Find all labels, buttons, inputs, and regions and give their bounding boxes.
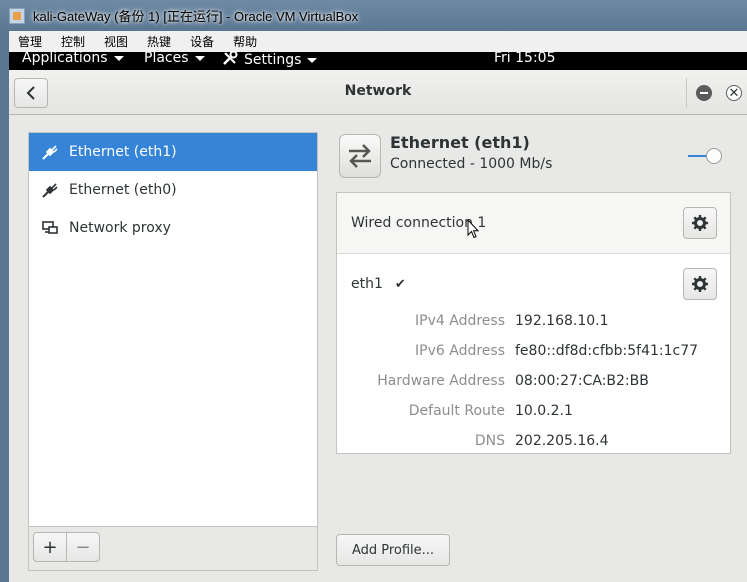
detail-row-ipv6: IPv6 Address fe80::df8d:cfbb:5f41:1c77 — [337, 343, 730, 363]
remove-connection-button[interactable]: − — [66, 532, 100, 562]
applications-menu[interactable]: Applications — [22, 50, 124, 66]
sidebar-item-ethernet-eth0[interactable]: Ethernet (eth0) — [29, 171, 317, 209]
detail-key: DNS — [474, 433, 505, 449]
places-menu[interactable]: Places — [144, 50, 205, 66]
device-enable-switch[interactable] — [688, 147, 724, 165]
detail-value: fe80::df8d:cfbb:5f41:1c77 — [515, 343, 699, 359]
vbox-menu-hotkeys[interactable]: 热键 — [138, 33, 181, 50]
gnome-top-bar: Applications Places Settings Fri 15:05 — [9, 50, 747, 70]
ethernet-icon — [41, 181, 59, 199]
settings-window: Network ✕ Ethernet (eth1) Ethernet (eth0… — [9, 70, 747, 582]
sidebar-item-label: Ethernet (eth1) — [69, 144, 177, 160]
profile-settings-button[interactable] — [683, 207, 717, 239]
interface-name: eth1 — [351, 276, 383, 292]
vbox-title-bar: kali-GateWay (备份 1) [正在运行] - Oracle VM V… — [0, 0, 747, 31]
vbox-menu-devices[interactable]: 设备 — [181, 33, 224, 50]
close-button[interactable]: ✕ — [726, 85, 742, 101]
sidebar-item-label: Network proxy — [69, 220, 171, 236]
vbox-menu-view[interactable]: 视图 — [95, 33, 138, 50]
network-proxy-icon — [41, 219, 59, 237]
wired-device-icon — [339, 134, 381, 178]
minimize-button[interactable] — [696, 85, 712, 101]
virtualbox-app-icon — [9, 7, 25, 24]
vbox-window-title: kali-GateWay (备份 1) [正在运行] - Oracle VM V… — [33, 9, 359, 24]
detail-key: Hardware Address — [377, 373, 505, 389]
add-connection-button[interactable]: + — [33, 532, 67, 562]
settings-menu[interactable]: Settings — [222, 50, 318, 70]
detail-key: IPv6 Address — [415, 343, 505, 359]
mouse-cursor-icon — [467, 219, 479, 239]
profile-row: Wired connection 1 — [337, 193, 730, 254]
header-bar: Network ✕ — [9, 70, 747, 115]
detail-row-hardware-address: Hardware Address 08:00:27:CA:B2:BB — [337, 373, 730, 393]
sidebar-item-network-proxy[interactable]: Network proxy — [29, 209, 317, 247]
sidebar-item-label: Ethernet (eth0) — [69, 182, 177, 198]
detail-value: 192.168.10.1 — [515, 313, 609, 329]
detail-key: Default Route — [408, 403, 505, 419]
vbox-window-frame — [0, 31, 9, 582]
detail-key: IPv4 Address — [415, 313, 505, 329]
add-profile-button[interactable]: Add Profile... — [336, 534, 450, 566]
close-icon: ✕ — [728, 85, 740, 101]
interface-settings-button[interactable] — [683, 268, 717, 300]
settings-label: Settings — [244, 52, 302, 68]
applications-caret-icon — [113, 55, 124, 61]
detail-row-ipv4: IPv4 Address 192.168.10.1 — [337, 313, 730, 333]
ethernet-icon — [41, 143, 59, 161]
applications-label: Applications — [22, 50, 108, 66]
detail-row-default-route: Default Route 10.0.2.1 — [337, 403, 730, 423]
vbox-menu-manage[interactable]: 管理 — [9, 33, 52, 50]
detail-row-dns: DNS 202.205.16.4 — [337, 433, 730, 453]
gear-icon — [692, 276, 708, 292]
connection-card: Wired connection 1 eth1 ✔ IPv4 Address 1… — [336, 192, 731, 454]
header-separator — [686, 78, 687, 108]
device-name: Ethernet (eth1) — [390, 133, 530, 152]
device-status: Connected - 1000 Mb/s — [390, 156, 553, 172]
settings-caret-icon — [307, 57, 318, 63]
clock-label: Fri 15:05 — [494, 50, 556, 66]
vbox-menu-control[interactable]: 控制 — [52, 33, 95, 50]
gear-icon — [692, 215, 708, 231]
clock[interactable]: Fri 15:05 — [494, 50, 555, 66]
places-caret-icon — [194, 55, 205, 61]
interface-row: eth1 ✔ — [351, 276, 406, 292]
places-label: Places — [144, 50, 189, 66]
check-icon: ✔ — [394, 276, 406, 292]
vbox-menubar: 管理 控制 视图 热键 设备 帮助 — [9, 31, 747, 52]
vbox-menu-help[interactable]: 帮助 — [224, 33, 267, 50]
device-list: Ethernet (eth1) Ethernet (eth0) Network … — [28, 132, 318, 527]
settings-tools-icon — [222, 50, 238, 70]
sidebar-item-ethernet-eth1[interactable]: Ethernet (eth1) — [29, 133, 317, 171]
page-title: Network — [344, 83, 412, 99]
detail-value: 08:00:27:CA:B2:BB — [515, 373, 649, 389]
detail-value: 10.0.2.1 — [515, 403, 573, 419]
switch-knob — [706, 148, 722, 164]
sidebar-toolbar: + − — [28, 527, 318, 571]
detail-value: 202.205.16.4 — [515, 433, 609, 449]
